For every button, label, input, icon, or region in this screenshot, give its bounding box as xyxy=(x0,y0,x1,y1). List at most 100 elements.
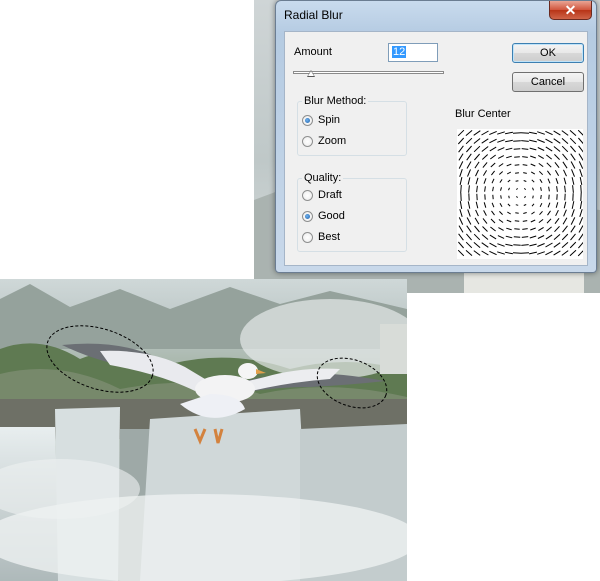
spin-dash xyxy=(506,163,512,167)
spin-dash xyxy=(546,218,552,224)
spin-dash xyxy=(545,234,553,240)
spin-dash xyxy=(546,226,552,232)
photo-canvas[interactable] xyxy=(0,279,407,581)
spin-dash xyxy=(538,170,544,176)
spin-dash xyxy=(498,227,504,231)
cancel-button[interactable]: Cancel xyxy=(512,72,584,92)
spin-dash xyxy=(459,201,463,209)
spin-dash xyxy=(467,177,471,185)
zoom-label: Zoom xyxy=(318,135,347,147)
spin-dash xyxy=(561,250,569,256)
spin-dash xyxy=(531,179,535,183)
dialog-title: Radial Blur xyxy=(284,8,343,22)
spin-dash xyxy=(459,169,463,177)
spin-dash xyxy=(474,161,480,169)
spin-dash xyxy=(529,243,537,247)
spin-dash xyxy=(467,169,471,177)
radio-spin[interactable]: Spin xyxy=(302,113,340,127)
ok-button[interactable]: OK xyxy=(512,43,584,63)
spin-dash xyxy=(545,242,553,248)
radio-best[interactable]: Best xyxy=(302,230,340,244)
spin-dash xyxy=(458,161,464,169)
spin-dash xyxy=(545,154,553,160)
spin-dash xyxy=(466,225,472,233)
spin-dash xyxy=(522,228,528,230)
spin-dash xyxy=(540,195,542,199)
spin-dash xyxy=(474,225,480,233)
spin-dash xyxy=(506,171,512,175)
spin-dash xyxy=(563,177,567,185)
spin-dash xyxy=(490,218,496,224)
spin-dash xyxy=(500,195,502,199)
spin-dash xyxy=(481,242,489,248)
spin-dash xyxy=(530,163,536,167)
spin-dash xyxy=(538,226,544,232)
radio-draft[interactable]: Draft xyxy=(302,188,342,202)
spin-dash xyxy=(467,209,471,217)
spin-dash xyxy=(570,225,576,233)
spin-dash xyxy=(562,225,568,233)
spin-dash xyxy=(537,147,545,151)
spin-dash xyxy=(548,186,550,192)
spin-dash xyxy=(546,170,552,176)
spin-dash xyxy=(489,250,497,256)
spin-dash xyxy=(547,210,551,216)
amount-slider-track[interactable] xyxy=(293,71,444,74)
spin-dash xyxy=(467,201,471,209)
spin-dash xyxy=(569,249,577,257)
spin-dash xyxy=(474,153,480,161)
spin-dash xyxy=(578,145,584,153)
spin-dash xyxy=(460,184,462,194)
spin-dash xyxy=(508,187,510,191)
spin-dash xyxy=(547,178,551,184)
spin-dash xyxy=(458,153,464,161)
blur-method-title: Blur Method: xyxy=(302,95,369,107)
spin-dash xyxy=(578,161,584,169)
close-button[interactable]: ✕ xyxy=(549,1,592,20)
good-radio-icon xyxy=(302,210,313,222)
spin-dash xyxy=(481,130,489,136)
spin-dash xyxy=(540,187,542,191)
spin-dash xyxy=(538,154,544,160)
blur-center-preview[interactable] xyxy=(457,129,585,259)
spin-dash xyxy=(466,161,472,169)
spin-dash xyxy=(529,139,537,143)
spin-dash xyxy=(466,145,472,153)
spin-dash xyxy=(537,131,545,135)
spin-dash xyxy=(505,251,513,255)
spin-dash xyxy=(530,227,536,231)
spin-label: Spin xyxy=(318,114,341,126)
spin-dash xyxy=(483,202,487,208)
spin-dash xyxy=(521,148,529,150)
spin-dash xyxy=(473,250,481,256)
spin-dash xyxy=(490,154,496,160)
spin-dash xyxy=(530,219,536,223)
zoom-radio-icon xyxy=(302,135,313,147)
spin-dash xyxy=(571,209,575,217)
spin-dash xyxy=(490,162,496,168)
spin-dash xyxy=(465,241,473,249)
amount-slider-thumb[interactable] xyxy=(307,70,315,77)
spin-dash xyxy=(570,145,576,153)
spin-dash xyxy=(523,172,527,174)
close-icon: ✕ xyxy=(564,2,577,18)
spin-dash xyxy=(465,137,473,145)
spin-dash xyxy=(465,250,473,256)
spin-dash xyxy=(553,250,561,256)
spin-dash xyxy=(482,218,488,224)
spin-dash xyxy=(537,235,545,239)
amount-input[interactable]: 12 xyxy=(388,43,438,62)
radio-good[interactable]: Good xyxy=(302,209,345,223)
spin-dash xyxy=(457,249,465,257)
spin-dash xyxy=(547,202,551,208)
spin-dash xyxy=(489,130,497,136)
dialog-titlebar[interactable]: Radial Blur ✕ xyxy=(276,1,596,29)
spin-dash xyxy=(474,217,480,225)
spin-dash xyxy=(578,233,584,241)
spin-dash xyxy=(531,211,535,215)
radio-zoom[interactable]: Zoom xyxy=(302,134,346,148)
spin-dash xyxy=(530,171,536,175)
spin-dash xyxy=(468,185,470,193)
spin-dash xyxy=(482,170,488,176)
spin-dash xyxy=(554,218,560,224)
